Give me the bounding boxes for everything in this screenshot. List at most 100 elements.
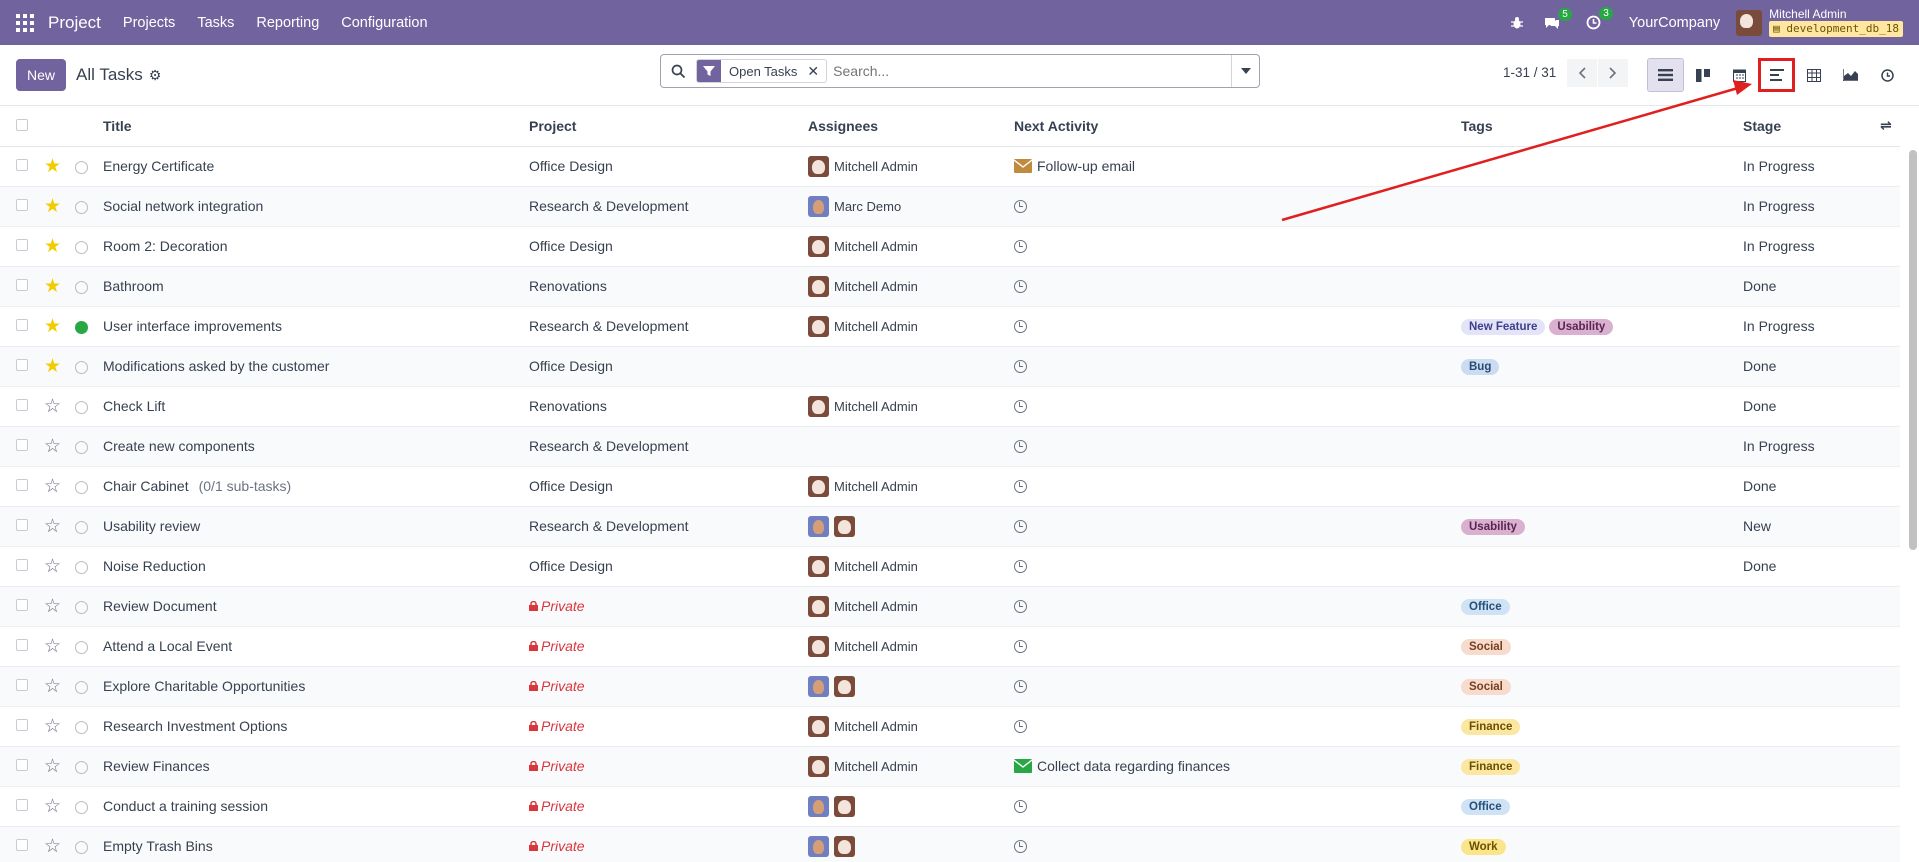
table-row[interactable]: ★ Energy Certificate Office Design Mitch… xyxy=(0,146,1900,187)
next-activity-cell[interactable] xyxy=(1014,439,1461,453)
kanban-view-button[interactable] xyxy=(1684,58,1721,92)
activity-clock-icon[interactable] xyxy=(1014,639,1027,653)
gantt-view-button[interactable] xyxy=(1758,58,1795,92)
assignees-cell[interactable]: Marc Demo xyxy=(808,195,1014,217)
row-checkbox[interactable] xyxy=(16,719,28,731)
kanban-state-icon[interactable] xyxy=(74,281,88,295)
row-checkbox[interactable] xyxy=(16,679,28,691)
pager-previous-button[interactable] xyxy=(1567,59,1597,87)
assignee-avatar[interactable] xyxy=(808,715,829,737)
kanban-state-icon[interactable] xyxy=(74,201,88,215)
assignees-cell[interactable] xyxy=(808,515,1014,537)
kanban-state-icon[interactable] xyxy=(74,641,88,655)
table-row[interactable]: ☆ Review Document Private Mitchell Admin… xyxy=(0,586,1900,627)
activity-clock-icon[interactable] xyxy=(1014,719,1027,733)
priority-star-icon[interactable]: ☆ xyxy=(44,556,61,577)
table-row[interactable]: ☆ Conduct a training session Private Off… xyxy=(0,786,1900,827)
assignee-avatar[interactable] xyxy=(808,315,829,337)
assignee-avatar[interactable] xyxy=(808,795,829,817)
activity-clock-icon[interactable] xyxy=(1014,839,1027,853)
assignee-avatar[interactable] xyxy=(808,275,829,297)
app-brand[interactable]: Project xyxy=(48,13,101,33)
priority-star-icon[interactable]: ☆ xyxy=(44,836,61,857)
next-activity-cell[interactable] xyxy=(1014,319,1461,333)
priority-star-icon[interactable]: ★ xyxy=(44,236,61,257)
activities-icon[interactable]: 3 xyxy=(1586,7,1613,30)
kanban-state-icon[interactable] xyxy=(74,801,88,815)
pager-value[interactable]: 1-31 / 31 xyxy=(1503,65,1556,80)
user-menu[interactable]: Mitchell Admin ▤ development_db_18 xyxy=(1736,8,1903,37)
kanban-state-icon[interactable] xyxy=(74,601,88,615)
calendar-view-button[interactable] xyxy=(1721,58,1758,92)
assignee-avatar[interactable] xyxy=(808,195,829,217)
priority-star-icon[interactable]: ☆ xyxy=(44,636,61,657)
priority-star-icon[interactable]: ☆ xyxy=(44,476,61,497)
assignee-avatar[interactable] xyxy=(808,235,829,257)
assignees-cell[interactable]: Mitchell Admin xyxy=(808,315,1014,337)
table-row[interactable]: ★ Room 2: Decoration Office Design Mitch… xyxy=(0,226,1900,267)
row-checkbox[interactable] xyxy=(16,479,28,491)
assignees-cell[interactable]: Mitchell Admin xyxy=(808,235,1014,257)
next-activity-cell[interactable] xyxy=(1014,359,1461,373)
menu-tasks[interactable]: Tasks xyxy=(197,15,234,31)
assignees-cell[interactable]: Mitchell Admin xyxy=(808,635,1014,657)
activity-view-button[interactable] xyxy=(1869,58,1906,92)
table-row[interactable]: ★ Modifications asked by the customer Of… xyxy=(0,346,1900,387)
priority-star-icon[interactable]: ☆ xyxy=(44,516,61,537)
table-row[interactable]: ☆ Usability review Research & Developmen… xyxy=(0,506,1900,547)
table-row[interactable]: ★ User interface improvements Research &… xyxy=(0,306,1900,347)
next-activity-cell[interactable]: Collect data regarding finances xyxy=(1014,758,1461,774)
activity-clock-icon[interactable] xyxy=(1014,479,1027,493)
next-activity-cell[interactable] xyxy=(1014,679,1461,693)
assignee-avatar[interactable] xyxy=(808,635,829,657)
kanban-state-icon[interactable] xyxy=(74,161,88,175)
kanban-state-icon[interactable] xyxy=(74,721,88,735)
column-header-title[interactable]: Title xyxy=(103,106,529,147)
optional-columns-toggle-icon[interactable]: ⇌ xyxy=(1880,117,1892,133)
next-activity-cell[interactable] xyxy=(1014,559,1461,573)
activity-clock-icon[interactable] xyxy=(1014,199,1027,213)
priority-star-icon[interactable]: ★ xyxy=(44,276,61,297)
kanban-state-icon[interactable] xyxy=(74,321,88,335)
next-activity-cell[interactable] xyxy=(1014,399,1461,413)
priority-star-icon[interactable]: ☆ xyxy=(44,756,61,777)
select-all-checkbox[interactable] xyxy=(16,118,28,131)
table-row[interactable]: ☆ Check Lift Renovations Mitchell Admin … xyxy=(0,386,1900,427)
next-activity-cell[interactable] xyxy=(1014,599,1461,613)
pivot-view-button[interactable] xyxy=(1795,58,1832,92)
messages-icon[interactable]: 5 xyxy=(1544,7,1572,30)
next-activity-cell[interactable] xyxy=(1014,719,1461,733)
new-button[interactable]: New xyxy=(16,59,67,91)
assignees-cell[interactable]: Mitchell Admin xyxy=(808,275,1014,297)
assignee-avatar[interactable] xyxy=(808,475,829,497)
next-activity-cell[interactable]: Follow-up email xyxy=(1014,158,1461,174)
row-checkbox[interactable] xyxy=(16,159,28,171)
kanban-state-icon[interactable] xyxy=(74,481,88,495)
row-checkbox[interactable] xyxy=(16,399,28,411)
activity-clock-icon[interactable] xyxy=(1014,799,1027,813)
assignees-cell[interactable] xyxy=(808,675,1014,697)
menu-projects[interactable]: Projects xyxy=(123,15,175,31)
assignee-avatar[interactable] xyxy=(808,595,829,617)
gear-icon[interactable]: ⚙ xyxy=(149,67,162,84)
activity-clock-icon[interactable] xyxy=(1014,559,1027,573)
assignees-cell[interactable]: Mitchell Admin xyxy=(808,595,1014,617)
priority-star-icon[interactable]: ☆ xyxy=(44,716,61,737)
assignee-avatar[interactable] xyxy=(808,555,829,577)
debug-icon[interactable] xyxy=(1510,16,1524,30)
table-row[interactable]: ☆ Review Finances Private Mitchell Admin… xyxy=(0,746,1900,787)
menu-configuration[interactable]: Configuration xyxy=(341,15,427,31)
assignees-cell[interactable]: Mitchell Admin xyxy=(808,155,1014,177)
priority-star-icon[interactable]: ☆ xyxy=(44,796,61,817)
assignees-cell[interactable]: Mitchell Admin xyxy=(808,475,1014,497)
priority-star-icon[interactable]: ★ xyxy=(44,316,61,337)
kanban-state-icon[interactable] xyxy=(74,841,88,855)
assignee-avatar[interactable] xyxy=(808,675,829,697)
row-checkbox[interactable] xyxy=(16,839,28,851)
assignees-cell[interactable]: Mitchell Admin xyxy=(808,395,1014,417)
row-checkbox[interactable] xyxy=(16,559,28,571)
column-header-stage[interactable]: Stage xyxy=(1743,106,1880,147)
email-activity-icon[interactable] xyxy=(1014,159,1032,173)
kanban-state-icon[interactable] xyxy=(74,561,88,575)
table-row[interactable]: ★ Social network integration Research & … xyxy=(0,186,1900,227)
